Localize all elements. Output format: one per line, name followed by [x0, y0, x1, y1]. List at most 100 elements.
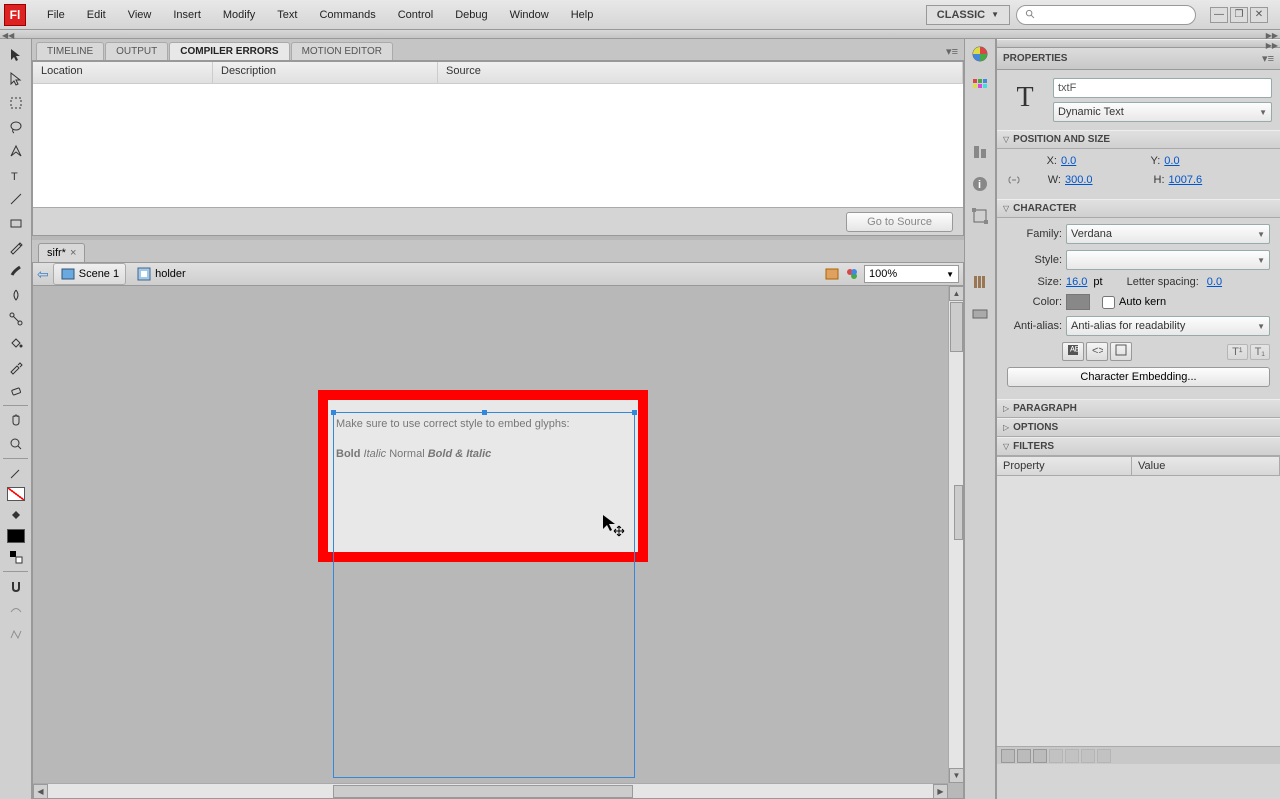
vertical-scrollbar[interactable]: ▲ ▼	[948, 286, 963, 783]
lasso-tool[interactable]	[2, 116, 30, 138]
menu-commands[interactable]: Commands	[308, 5, 386, 25]
tab-timeline[interactable]: TIMELINE	[36, 42, 104, 60]
snap-tool[interactable]	[2, 575, 30, 597]
transform-panel-icon[interactable]	[968, 205, 992, 227]
col-source[interactable]: Source	[438, 62, 963, 83]
fill-color-tool[interactable]	[2, 504, 30, 526]
section-position-size[interactable]: ▽ POSITION AND SIZE	[997, 130, 1280, 149]
disable-filter-icon[interactable]	[1065, 749, 1079, 763]
tab-motion-editor[interactable]: MOTION EDITOR	[291, 42, 393, 60]
motion-panel-icon[interactable]	[968, 303, 992, 325]
col-description[interactable]: Description	[213, 62, 438, 83]
pen-tool[interactable]	[2, 140, 30, 162]
scroll-left-icon[interactable]: ◀	[33, 784, 48, 799]
stroke-color-tool[interactable]	[2, 462, 30, 484]
props-collapse-strip[interactable]: ▶▶	[997, 39, 1280, 48]
scroll-right-icon[interactable]: ▶	[933, 784, 948, 799]
delete-filter-icon[interactable]	[1097, 749, 1111, 763]
workspace-switcher[interactable]: CLASSIC ▼	[926, 5, 1010, 25]
align-panel-icon[interactable]	[968, 141, 992, 163]
menu-insert[interactable]: Insert	[162, 5, 212, 25]
deco-tool[interactable]	[2, 284, 30, 306]
menu-edit[interactable]: Edit	[76, 5, 117, 25]
swatches-panel-icon[interactable]	[968, 75, 992, 97]
minimize-button[interactable]: —	[1210, 7, 1228, 23]
document-tab[interactable]: sifr* ×	[38, 243, 85, 262]
scroll-down-icon[interactable]: ▼	[949, 768, 964, 783]
fill-swatch[interactable]	[7, 529, 25, 543]
scroll-up-icon[interactable]: ▲	[949, 286, 964, 301]
enable-filter-icon[interactable]	[1049, 749, 1063, 763]
text-color-swatch[interactable]	[1066, 294, 1090, 310]
tab-compiler-errors[interactable]: COMPILER ERRORS	[169, 42, 289, 60]
brush-tool[interactable]	[2, 260, 30, 282]
eraser-tool[interactable]	[2, 380, 30, 402]
line-tool[interactable]	[2, 188, 30, 210]
menu-window[interactable]: Window	[499, 5, 560, 25]
text-field-selection[interactable]: Make sure to use correct style to embed …	[333, 412, 635, 778]
menu-control[interactable]: Control	[387, 5, 444, 25]
section-character[interactable]: ▽ CHARACTER	[997, 199, 1280, 218]
menu-view[interactable]: View	[117, 5, 163, 25]
breadcrumb-scene[interactable]: Scene 1	[53, 263, 126, 285]
tab-output[interactable]: OUTPUT	[105, 42, 168, 60]
filters-list[interactable]	[997, 476, 1280, 746]
library-panel-icon[interactable]	[968, 271, 992, 293]
selectable-toggle[interactable]: ᴬᴮ	[1062, 342, 1084, 361]
text-type-select[interactable]: Dynamic Text ▼	[1053, 102, 1272, 122]
menu-debug[interactable]: Debug	[444, 5, 498, 25]
html-toggle[interactable]: <>	[1086, 342, 1108, 361]
font-family-select[interactable]: Verdana ▼	[1066, 224, 1270, 244]
search-input[interactable]	[1016, 5, 1196, 25]
rectangle-tool[interactable]	[2, 212, 30, 234]
menu-modify[interactable]: Modify	[212, 5, 266, 25]
add-filter-icon[interactable]	[1001, 749, 1015, 763]
section-filters[interactable]: ▽ FILTERS	[997, 437, 1280, 456]
info-panel-icon[interactable]: i	[968, 173, 992, 195]
free-transform-tool[interactable]	[2, 92, 30, 114]
hand-tool[interactable]	[2, 409, 30, 431]
text-tool[interactable]: T	[2, 164, 30, 186]
filters-col-value[interactable]: Value	[1132, 457, 1280, 475]
font-style-select[interactable]: ▼	[1066, 250, 1270, 270]
menu-file[interactable]: File	[36, 5, 76, 25]
filters-col-property[interactable]: Property	[997, 457, 1132, 475]
col-location[interactable]: Location	[33, 62, 213, 83]
y-value[interactable]: 0.0	[1164, 155, 1179, 167]
scroll-thumb-h[interactable]	[333, 785, 633, 798]
panel-menu-icon[interactable]: ▾≡	[1262, 52, 1274, 65]
spacing-value[interactable]: 0.0	[1207, 276, 1222, 288]
breadcrumb-symbol[interactable]: holder	[130, 264, 192, 284]
smooth-tool[interactable]	[2, 599, 30, 621]
stage[interactable]: Make sure to use correct style to embed …	[32, 286, 964, 799]
bone-tool[interactable]	[2, 308, 30, 330]
w-value[interactable]: 300.0	[1065, 174, 1093, 186]
color-panel-icon[interactable]	[968, 43, 992, 65]
error-list[interactable]	[33, 84, 963, 207]
zoom-tool[interactable]	[2, 433, 30, 455]
edit-symbols-icon[interactable]	[844, 266, 860, 282]
x-value[interactable]: 0.0	[1061, 155, 1076, 167]
straighten-tool[interactable]	[2, 623, 30, 645]
menu-text[interactable]: Text	[266, 5, 308, 25]
swap-colors-tool[interactable]	[2, 546, 30, 568]
collapse-strip[interactable]: ◀◀ ▶▶	[0, 30, 1280, 39]
autokern-checkbox[interactable]	[1102, 296, 1115, 309]
maximize-button[interactable]: ❐	[1230, 7, 1248, 23]
presets-icon[interactable]	[1017, 749, 1031, 763]
menu-help[interactable]: Help	[560, 5, 605, 25]
superscript-toggle[interactable]: T¹	[1227, 344, 1247, 360]
eyedropper-tool[interactable]	[2, 356, 30, 378]
horizontal-scrollbar[interactable]: ◀ ▶	[33, 783, 948, 798]
subscript-toggle[interactable]: T₁	[1250, 344, 1270, 360]
paint-bucket-tool[interactable]	[2, 332, 30, 354]
size-value[interactable]: 16.0	[1066, 276, 1087, 288]
link-wh-icon[interactable]	[1007, 173, 1021, 187]
go-to-source-button[interactable]: Go to Source	[846, 212, 953, 232]
zoom-input[interactable]: 100% ▼	[864, 265, 959, 283]
reset-filter-icon[interactable]	[1081, 749, 1095, 763]
section-paragraph[interactable]: ▷ PARAGRAPH	[997, 399, 1280, 418]
selection-tool[interactable]	[2, 44, 30, 66]
instance-name-input[interactable]: txtF	[1053, 78, 1272, 98]
panel-hide-tab[interactable]	[954, 485, 963, 540]
